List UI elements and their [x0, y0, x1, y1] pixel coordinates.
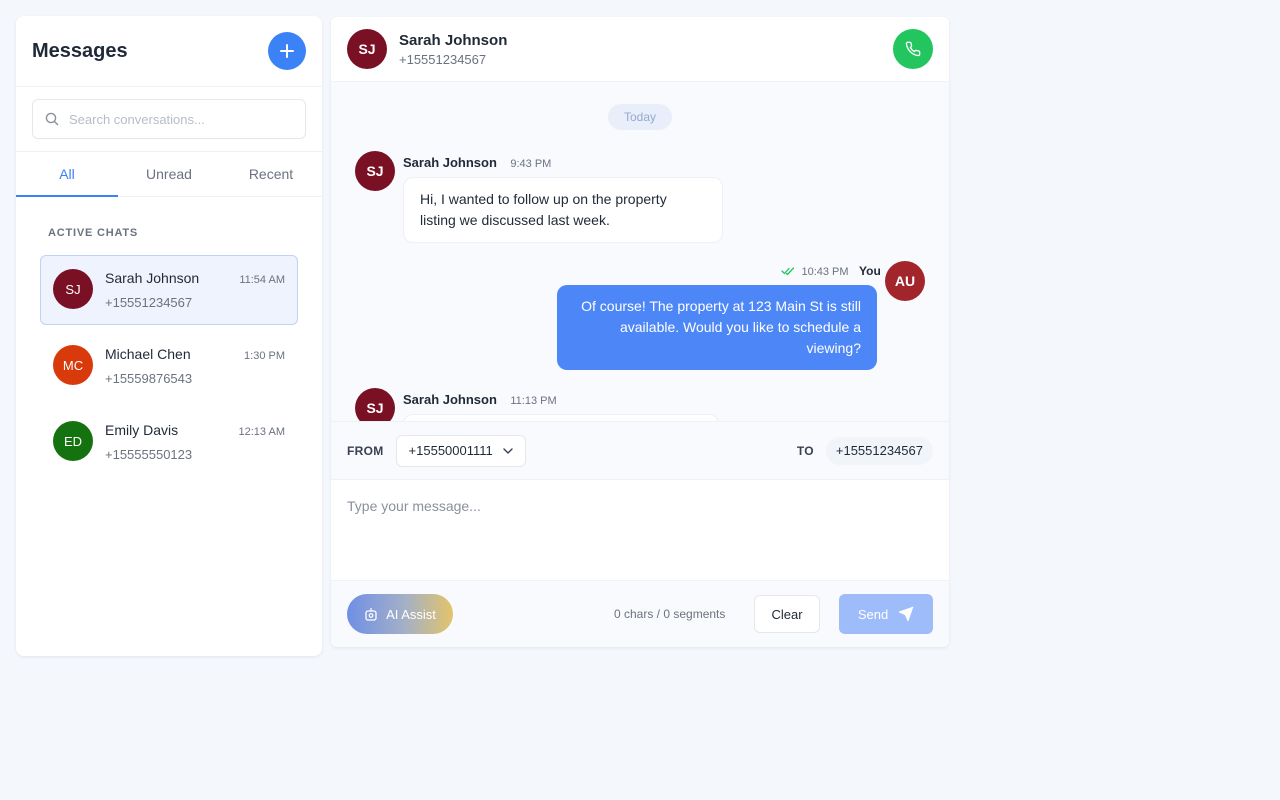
- message-composer: [331, 480, 949, 581]
- message-bubble: Hi, I wanted to follow up on the propert…: [403, 177, 723, 243]
- contact-name: Sarah Johnson: [399, 31, 508, 49]
- avatar: ED: [53, 421, 93, 461]
- send-button[interactable]: Send: [839, 594, 933, 634]
- contact-phone: +15551234567: [399, 51, 487, 67]
- search-container: [16, 87, 322, 152]
- from-number-select[interactable]: +15550001111: [395, 434, 526, 467]
- sidebar-title: Messages: [32, 39, 128, 62]
- conversations-sidebar: Messages All Unread Recent ACTIVE CHATS …: [16, 16, 322, 656]
- composer-actions: AI Assist 0 chars / 0 segments Clear Sen…: [331, 581, 949, 647]
- sender-avatar: SJ: [355, 388, 395, 421]
- date-divider: Today: [608, 104, 672, 130]
- routing-row: FROM +15550001111 TO +15551234567: [331, 422, 949, 480]
- chevron-down-icon: [503, 447, 513, 454]
- tab-recent[interactable]: Recent: [220, 152, 322, 196]
- message-time: 9:43 PM: [510, 158, 552, 170]
- sender-name: Sarah Johnson: [403, 392, 497, 407]
- tab-unread[interactable]: Unread: [118, 152, 220, 196]
- from-number-value: +15550001111: [408, 443, 493, 458]
- filter-tabs: All Unread Recent: [16, 152, 322, 197]
- search-input[interactable]: [69, 111, 293, 127]
- conversation-phone: +15555550123: [105, 447, 193, 462]
- conversation-item-emily-davis[interactable]: ED Emily Davis 12:13 AM +15555550123: [40, 407, 298, 477]
- to-number: +15551234567: [825, 436, 933, 465]
- sender-avatar: AU: [885, 261, 925, 301]
- ai-assist-label: AI Assist: [386, 606, 436, 622]
- message-thread: Today SJ Sarah Johnson 9:43 PM Hi, I wan…: [331, 82, 949, 422]
- conversation-time: 1:30 PM: [244, 350, 285, 362]
- ai-assist-button[interactable]: AI Assist: [347, 594, 453, 634]
- search-box: [32, 99, 306, 139]
- conversation-list: SJ Sarah Johnson 11:54 AM +15551234567 M…: [16, 239, 322, 477]
- phone-icon: [905, 41, 921, 57]
- conversation-name: Michael Chen: [105, 346, 191, 362]
- conversation-time: 11:54 AM: [239, 274, 285, 286]
- sidebar-header: Messages: [16, 16, 322, 87]
- search-icon: [45, 112, 59, 126]
- plus-icon: [280, 44, 294, 58]
- sender-name: Sarah Johnson: [403, 155, 497, 170]
- conversation-time: 12:13 AM: [238, 426, 285, 438]
- conversation-name: Sarah Johnson: [105, 270, 200, 286]
- robot-icon: [365, 607, 377, 621]
- message-bubble: Of course! The property at 123 Main St i…: [557, 285, 877, 370]
- sender-name: You: [859, 264, 881, 278]
- conversation-item-sarah-johnson[interactable]: SJ Sarah Johnson 11:54 AM +15551234567: [40, 255, 298, 325]
- message-time: 11:13 PM: [510, 395, 557, 407]
- new-conversation-button[interactable]: [268, 32, 306, 70]
- chat-header: SJ Sarah Johnson +15551234567: [331, 17, 949, 82]
- sender-avatar: SJ: [355, 151, 395, 191]
- conversation-phone: +15551234567: [105, 295, 193, 310]
- message-bubble: [403, 414, 719, 421]
- send-icon: [899, 606, 914, 622]
- send-label: Send: [857, 606, 889, 622]
- clear-button[interactable]: Clear: [754, 595, 820, 633]
- message-input[interactable]: [347, 498, 933, 564]
- conversation-item-michael-chen[interactable]: MC Michael Chen 1:30 PM +15559876543: [40, 331, 298, 401]
- to-label: TO: [796, 443, 814, 458]
- section-label: ACTIVE CHATS: [48, 227, 139, 239]
- from-label: FROM: [347, 443, 384, 458]
- call-button[interactable]: [893, 29, 933, 69]
- double-check-icon: [781, 267, 795, 275]
- tab-all[interactable]: All: [16, 152, 118, 197]
- contact-avatar: SJ: [347, 29, 387, 69]
- avatar: MC: [53, 345, 93, 385]
- character-counter: 0 chars / 0 segments: [614, 607, 726, 621]
- chat-panel: SJ Sarah Johnson +15551234567 Today SJ S…: [331, 17, 949, 647]
- avatar: SJ: [53, 269, 93, 309]
- conversation-phone: +15559876543: [105, 371, 193, 386]
- message-time: 10:43 PM: [801, 266, 849, 278]
- conversation-name: Emily Davis: [105, 422, 179, 438]
